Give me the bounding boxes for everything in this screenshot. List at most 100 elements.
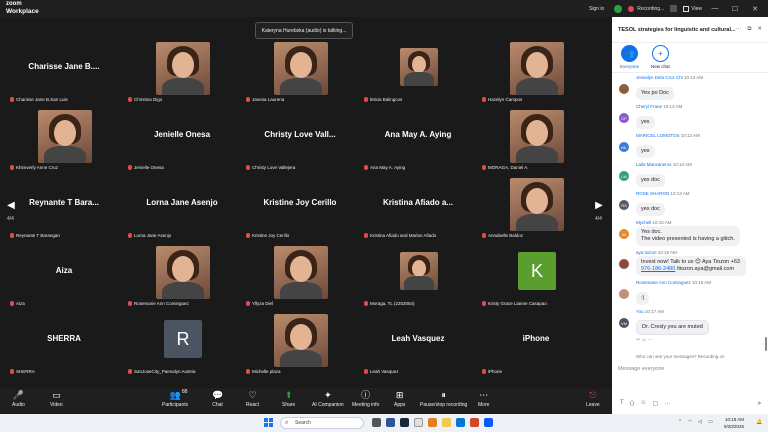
recording-indicator[interactable]: Recording... (628, 5, 664, 12)
share-button[interactable]: ⬆ Share (282, 390, 295, 408)
pause-stop-recording-button[interactable]: ⏸ Pause/stop recording (420, 390, 467, 408)
format-icon[interactable]: T (620, 400, 624, 406)
sender-name[interactable]: Rosemarie Ann Cominguez (636, 280, 691, 285)
send-icon[interactable]: ➤ (757, 400, 762, 407)
participant-tile[interactable]: SHERRA SHERRA (6, 312, 122, 374)
chat-message[interactable]: VM You 10:17 AM Dr. Cresly you are muted (612, 309, 768, 335)
video-button[interactable]: ▭ Video (50, 390, 63, 408)
participant-tile[interactable]: Aiza Aiza (6, 244, 122, 306)
chat-message[interactable]: Jessalyn Dela Cruz Chi 10:13 AM Yes po Do… (612, 75, 768, 100)
previous-page-icon[interactable]: ◀ (4, 192, 18, 218)
sign-in-button[interactable]: Sign in (589, 6, 604, 12)
participant-tile[interactable]: Jenielle Onesa Jenielle Onesa (124, 108, 240, 170)
tray-chevron-icon[interactable]: ⌃ (678, 419, 682, 425)
file-explorer-icon[interactable] (442, 418, 451, 427)
apps-button[interactable]: ⊞ Apps (394, 390, 405, 408)
more-button[interactable]: ⋯ More (478, 390, 489, 408)
chat-message[interactable]: RS ROSE SHARON 10:13 AM yes doc (612, 191, 768, 216)
participant-tile[interactable]: Ana May A. Aying Ana May A. Aying (360, 108, 476, 170)
chat-message[interactable]: CF Cheryl Frane 10:13 AM yes (612, 104, 768, 129)
more-compose-icon[interactable]: ⋯ (664, 400, 670, 407)
code-icon[interactable]: ⟨⟩ (630, 400, 635, 407)
windows-start-icon[interactable] (264, 418, 273, 427)
task-view-icon[interactable] (372, 418, 381, 427)
powerpoint-icon[interactable] (470, 418, 479, 427)
participant-tile[interactable]: Kristine Joy Cerillo Kristine Joy Cerillo (242, 176, 358, 238)
participant-tile[interactable]: MORAGA, Daniel A. (478, 108, 594, 170)
participant-tile[interactable]: Christina Digo (124, 40, 240, 102)
participant-tile[interactable]: K Kristy Grace Lianne Casapao (478, 244, 594, 306)
chat-button[interactable]: 💬 Chat (212, 390, 223, 408)
tab-everyone[interactable]: 👥 Everyone (620, 45, 639, 70)
firefox-icon[interactable] (428, 418, 437, 427)
notification-bell-icon[interactable]: 🔔 (756, 419, 762, 425)
sender-avatar[interactable]: LM (619, 171, 629, 181)
sender-name[interactable]: Jessalyn Dela Cruz Chi (636, 75, 683, 80)
sender-avatar[interactable]: M (619, 229, 629, 239)
sender-avatar[interactable] (619, 84, 629, 94)
participant-tile[interactable]: Hazelyn Campos (478, 40, 594, 102)
sender-name[interactable]: Cheryl Frane (636, 104, 662, 109)
audio-button[interactable]: 🎤 Audio (12, 390, 25, 408)
minimize-icon[interactable]: — (708, 5, 722, 12)
sender-name[interactable]: Laila Manzaneros (636, 162, 672, 167)
pause-recording-icon[interactable] (670, 5, 678, 12)
participant-tile[interactable]: Michelle plaza (242, 312, 358, 374)
wifi-icon[interactable]: ◠ (688, 419, 692, 425)
tab-new-chat[interactable]: + New chat (651, 45, 670, 70)
chat-message[interactable]: LM Laila Manzaneros 10:13 AM yes doc (612, 162, 768, 187)
who-can-see-link[interactable]: Who can see your messages? Recording on (636, 354, 725, 359)
participant-tile[interactable]: Reynante T Bara... Reynante T Barangan (6, 176, 122, 238)
participant-tile[interactable]: R SanJoseCity_Paenalyn Austria (124, 312, 240, 374)
participant-tile[interactable]: Leah Vasquez Leah Vasquez (360, 312, 476, 374)
clock[interactable]: 10:18 AM 9/20/2025 (724, 416, 744, 430)
participant-tile[interactable]: Khimverly Anne Cruz (6, 108, 122, 170)
chat-message[interactable]: aya tiozon 10:15 AM Invest now! Talk to u… (612, 250, 768, 276)
close-chat-icon[interactable]: ✕ (757, 26, 762, 33)
battery-icon[interactable]: ▭ (708, 419, 713, 425)
sender-name[interactable]: ROSE SHARON (636, 191, 669, 196)
sender-avatar[interactable] (619, 259, 629, 269)
chat-message[interactable]: Rosemarie Ann Cominguez 10:16 AM:) (612, 280, 768, 305)
app-icon[interactable] (414, 418, 423, 427)
message-input[interactable]: Message everyone (618, 364, 762, 378)
word-icon[interactable] (386, 418, 395, 427)
participant-tile[interactable]: iPhone iPhone (478, 312, 594, 374)
meeting-info-button[interactable]: ⓘ Meeting info (352, 390, 379, 408)
participant-tile[interactable]: Rosemarie Ann Cominguez (124, 244, 240, 306)
edge-icon[interactable] (456, 418, 465, 427)
participant-tile[interactable]: Janesa Laurena (242, 40, 358, 102)
view-button[interactable]: View (683, 5, 702, 12)
chat-messages[interactable]: Jessalyn Dela Cruz Chi 10:13 AM Yes po Do… (612, 75, 768, 367)
zoom-taskbar-icon[interactable] (484, 418, 493, 427)
react-button[interactable]: ♡ React (246, 390, 259, 408)
sender-avatar[interactable] (619, 289, 629, 299)
chat-scrollbar[interactable] (765, 337, 767, 351)
volume-icon[interactable]: ◁ (698, 419, 702, 425)
phone-link[interactable]: 976-186-2480 (641, 266, 675, 272)
leave-button[interactable]: ⎋ Leave (586, 390, 600, 408)
participant-tile[interactable]: Yllyza Diel (242, 244, 358, 306)
sender-name[interactable]: aya tiozon (636, 250, 657, 255)
sender-avatar[interactable]: CF (619, 113, 629, 123)
ai-companion-button[interactable]: ✦ AI Companion (312, 390, 344, 408)
participant-tile[interactable]: Annabelle Baldoz (478, 176, 594, 238)
participant-tile[interactable]: Moraga, TL (2202054) (360, 244, 476, 306)
security-shield-icon[interactable] (614, 4, 623, 13)
participant-tile[interactable]: Charisse Jane B.... Charisse Jane B.San L… (6, 40, 122, 102)
participant-tile[interactable]: leticia Balingcos (360, 40, 476, 102)
emoji-icon[interactable]: ☺ (640, 400, 646, 406)
next-page-icon[interactable]: ▶ (592, 192, 606, 218)
sender-avatar[interactable]: VM (619, 318, 629, 328)
more-options-icon[interactable]: ⋯ (736, 26, 742, 33)
close-icon[interactable]: ✕ (748, 5, 762, 13)
participant-tile[interactable]: Christy Love Vall... Christy Love Valleje… (242, 108, 358, 170)
sender-name[interactable]: MARICEL LOMOTOS (636, 133, 680, 138)
chat-message[interactable]: M Mychell 10:15 AM Yes doc. The video prese… (612, 220, 768, 246)
sender-avatar[interactable]: RS (619, 200, 629, 210)
sender-name[interactable]: You (636, 309, 644, 314)
chat-message[interactable]: ML MARICEL LOMOTOS 10:13 AM yes (612, 133, 768, 158)
taskbar-search[interactable]: ⌕ Search (280, 417, 364, 429)
screenshot-icon[interactable]: ▢ (653, 400, 659, 407)
message-actions[interactable]: ↩ ☺ ⋯ (612, 337, 768, 343)
